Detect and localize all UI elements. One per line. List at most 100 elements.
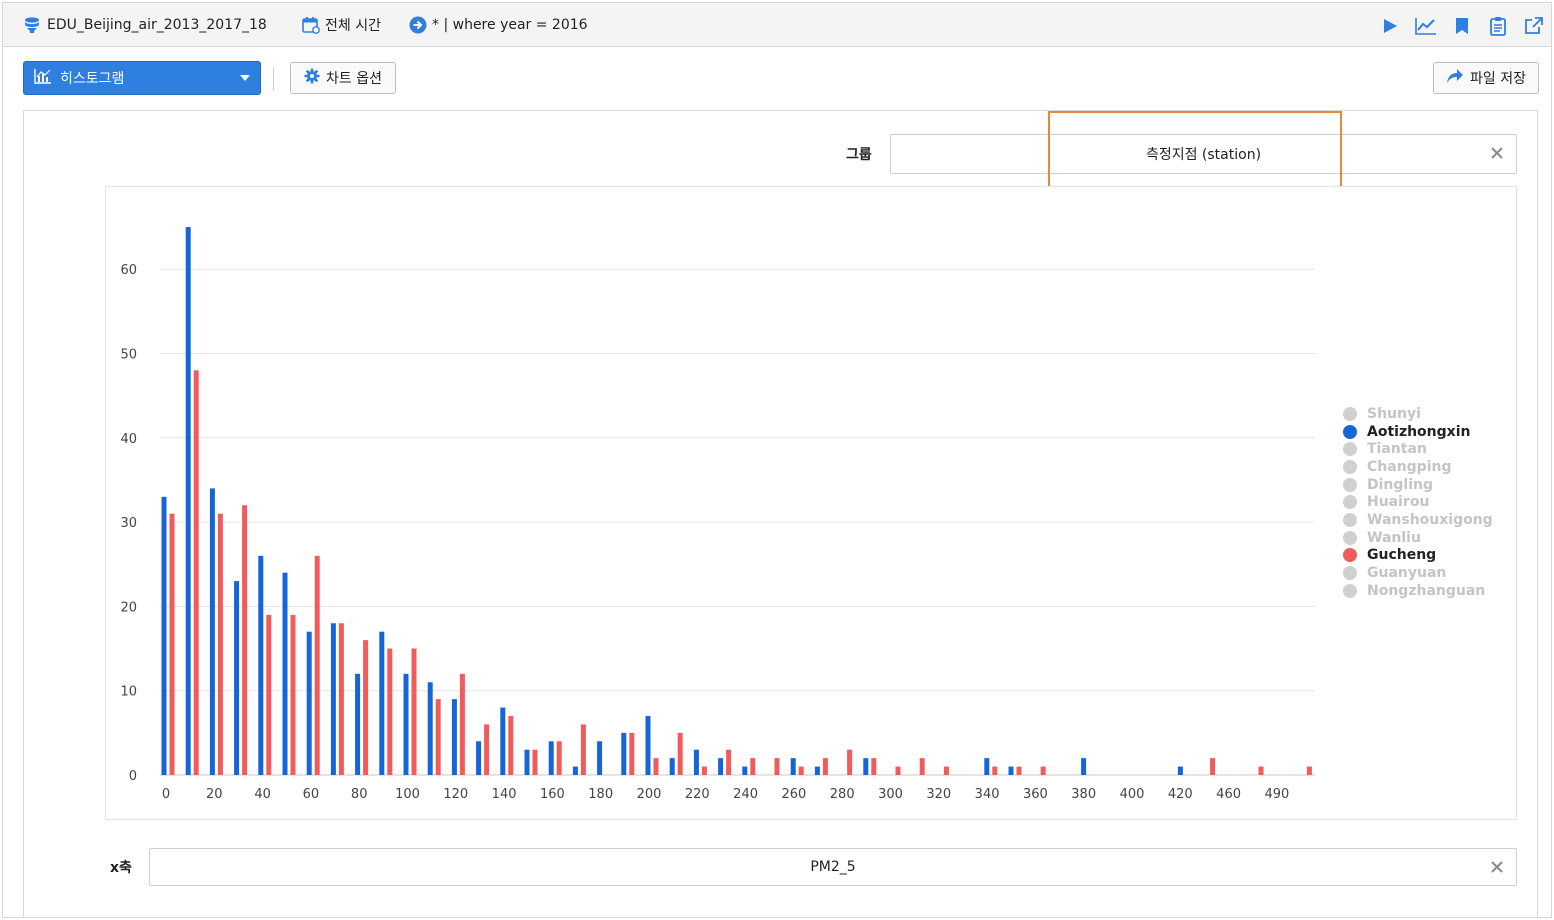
bar-gucheng [580, 724, 586, 775]
y-tick-label: 50 [120, 348, 137, 363]
group-value: 측정지점 (station) [1145, 147, 1262, 163]
x-tick-label: 340 [975, 787, 1000, 802]
legend-item[interactable]: Dingling [1343, 476, 1493, 494]
bar-aotizhongxin [790, 758, 796, 775]
bar-aotizhongxin [282, 572, 288, 775]
bar-aotizhongxin [161, 496, 167, 775]
line-chart-icon[interactable] [1415, 15, 1437, 37]
bar-aotizhongxin [379, 631, 385, 775]
x-tick-label: 60 [303, 787, 320, 802]
bar-aotizhongxin [476, 741, 482, 775]
x-tick-label: 380 [1071, 787, 1096, 802]
legend-item[interactable]: Guanyuan [1343, 564, 1493, 582]
x-tick-label: 300 [878, 787, 903, 802]
bar-aotizhongxin [814, 766, 820, 775]
chevron-down-icon [240, 75, 250, 81]
bar-aotizhongxin [1081, 758, 1087, 775]
bar-gucheng [726, 749, 732, 775]
bar-gucheng [411, 648, 417, 775]
x-tick-label: 120 [443, 787, 468, 802]
bar-gucheng [387, 648, 393, 775]
bar-aotizhongxin [548, 741, 554, 775]
bar-gucheng [701, 766, 707, 775]
share-arrow-icon [1446, 68, 1464, 88]
x-tick-label: 460 [1216, 787, 1241, 802]
legend-label: Tiantan [1367, 441, 1427, 458]
bar-aotizhongxin [403, 673, 409, 775]
x-axis-value: PM2_5 [810, 859, 856, 875]
legend-item[interactable]: Wanliu [1343, 529, 1493, 547]
bar-aotizhongxin [621, 732, 627, 775]
top-bar: EDU_Beijing_air_2013_2017_18 전체 시간 * | w… [3, 3, 1551, 47]
legend-item[interactable]: Nongzhanguan [1343, 582, 1493, 600]
play-icon[interactable] [1379, 15, 1401, 37]
group-label: 그룹 [846, 147, 872, 163]
bar-aotizhongxin [185, 227, 191, 776]
legend-label: Nongzhanguan [1367, 582, 1486, 599]
bar-gucheng [847, 749, 853, 775]
y-tick-label: 10 [120, 685, 137, 700]
bar-gucheng [363, 640, 369, 775]
x-tick-label: 260 [781, 787, 806, 802]
legend-marker [1343, 512, 1357, 527]
x-axis-field[interactable]: PM2_5 [149, 848, 1517, 886]
time-range-label: 전체 시간 [325, 18, 381, 34]
external-link-icon[interactable] [1523, 15, 1545, 37]
bar-gucheng [943, 766, 949, 775]
legend-item[interactable]: Shunyi [1343, 405, 1493, 423]
legend-item[interactable]: Changping [1343, 458, 1493, 476]
x-tick-label: 180 [588, 787, 613, 802]
close-icon[interactable] [1487, 143, 1507, 163]
bar-aotizhongxin [524, 749, 530, 775]
histogram-chart: 0 10 20 30 40 50 60 0 20 40 60 80 100 120 140 160 180 200… [120, 227, 1315, 802]
bar-aotizhongxin [718, 758, 724, 775]
legend-item[interactable]: Huairou [1343, 493, 1493, 511]
chart-type-dropdown[interactable]: 히스토그램 [23, 61, 261, 95]
query-text: * | where year = 2016 [432, 17, 588, 33]
legend-marker [1343, 566, 1357, 581]
x-tick-label: 220 [685, 787, 710, 802]
legend-marker [1343, 424, 1357, 439]
bar-gucheng [1040, 766, 1046, 775]
legend-label: Wanliu [1367, 529, 1421, 546]
y-tick-label: 20 [120, 600, 137, 615]
legend-item[interactable]: Aotizhongxin [1343, 423, 1493, 441]
chart-options-button[interactable]: 차트 옵션 [290, 62, 396, 94]
database-icon [23, 16, 43, 34]
bar-aotizhongxin [427, 682, 433, 775]
bar-aotizhongxin [597, 741, 603, 775]
toolbar-divider [273, 67, 274, 91]
legend-marker [1343, 406, 1357, 421]
dataset-selector[interactable]: EDU_Beijing_air_2013_2017_18 [23, 15, 267, 35]
bar-gucheng [435, 699, 441, 775]
clipboard-icon[interactable] [1487, 15, 1509, 37]
legend-label: Shunyi [1367, 405, 1421, 422]
legend-marker [1343, 459, 1357, 474]
legend-item[interactable]: Gucheng [1343, 547, 1493, 565]
time-range-selector[interactable]: 전체 시간 [301, 15, 381, 35]
bar-gucheng [992, 766, 998, 775]
bar-aotizhongxin [572, 766, 578, 775]
bar-aotizhongxin [234, 581, 240, 775]
bar-gucheng [1210, 758, 1216, 775]
bar-aotizhongxin [330, 623, 336, 775]
group-field[interactable]: 측정지점 (station) [890, 134, 1517, 174]
bar-aotizhongxin [500, 707, 506, 775]
query-display[interactable]: * | where year = 2016 [408, 15, 588, 35]
legend-item[interactable]: Tiantan [1343, 440, 1493, 458]
close-icon[interactable] [1487, 857, 1507, 877]
bookmark-icon[interactable] [1451, 15, 1473, 37]
legend-label: Guanyuan [1367, 565, 1447, 582]
bar-gucheng [750, 758, 756, 775]
x-tick-label: 20 [206, 787, 223, 802]
save-file-button[interactable]: 파일 저장 [1433, 62, 1539, 94]
chart-type-label: 히스토그램 [60, 71, 125, 87]
save-file-label: 파일 저장 [1470, 71, 1526, 87]
bar-aotizhongxin [306, 631, 312, 775]
bar-gucheng [1016, 766, 1022, 775]
legend-item[interactable]: Wanshouxigong [1343, 511, 1493, 529]
bar-gucheng [871, 758, 877, 775]
x-tick-label: 360 [1023, 787, 1048, 802]
bar-gucheng [338, 623, 344, 775]
bar-gucheng [653, 758, 659, 775]
